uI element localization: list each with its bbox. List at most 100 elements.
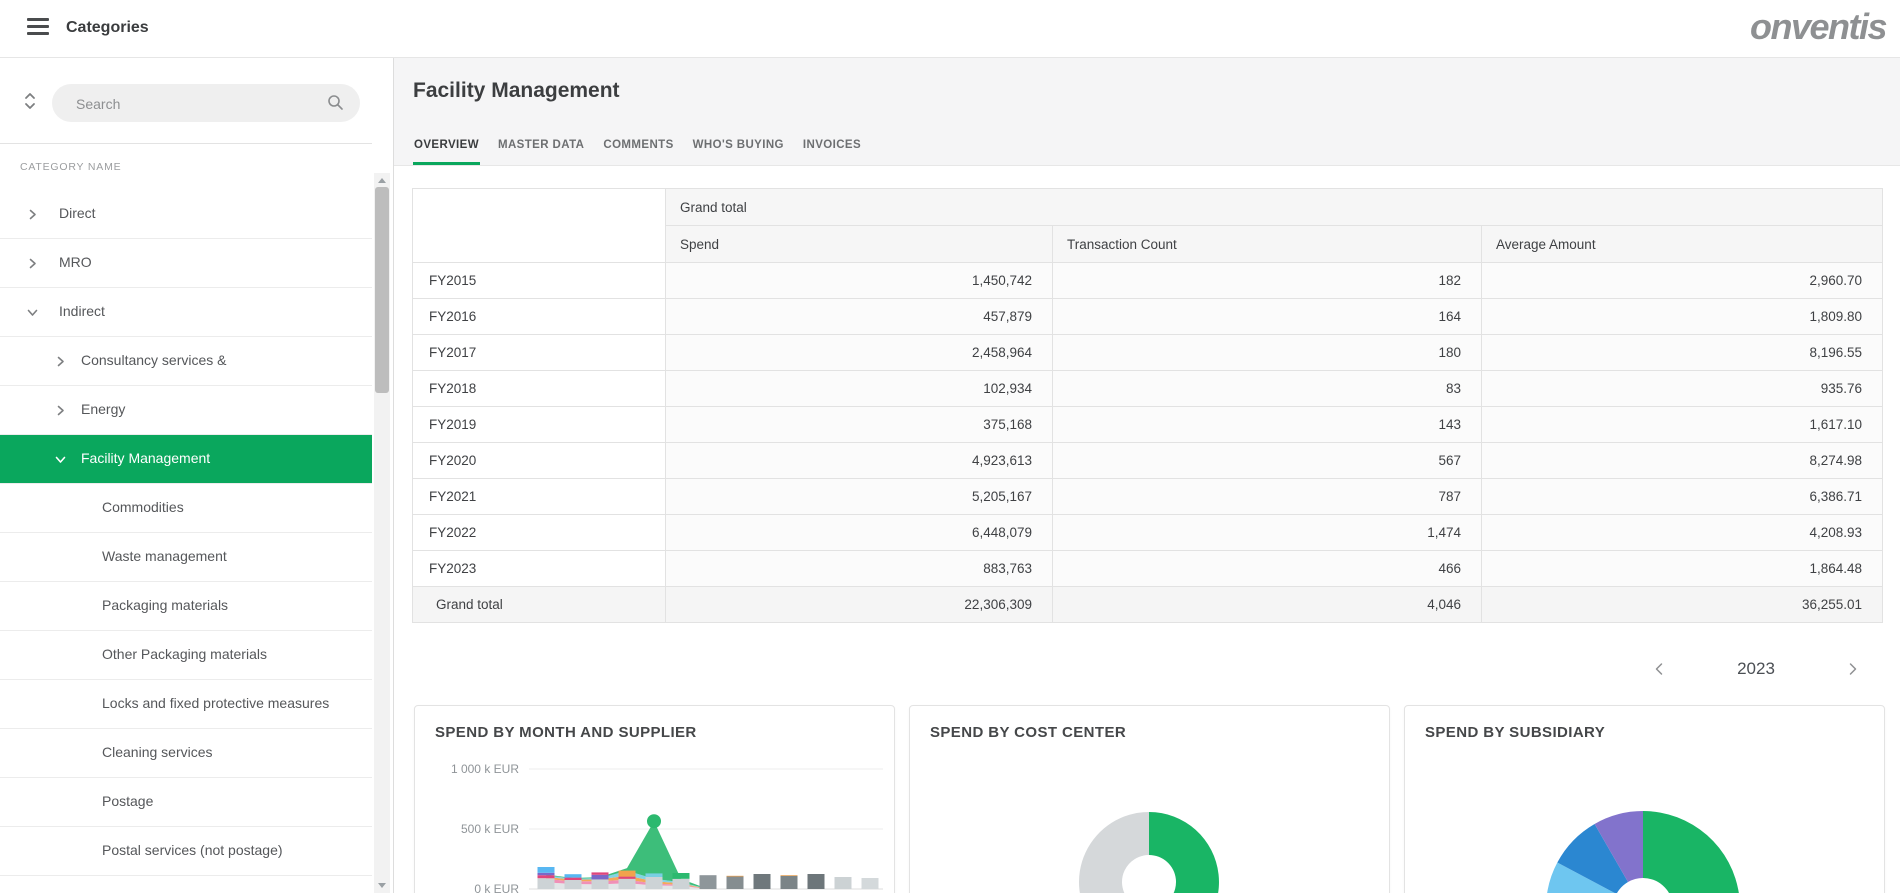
sidebar-item-mro[interactable]: MRO [0,239,372,288]
table-row: FY2019375,1681431,617.10 [413,407,1883,443]
scrollbar-thumb[interactable] [375,187,389,393]
sidebar-item-label: Facility Management [81,450,210,466]
svg-text:1 000 k EUR: 1 000 k EUR [451,762,519,776]
search-input[interactable] [74,84,318,124]
sidebar-item-facility-management[interactable]: Facility Management [0,435,372,484]
cell-transactions: 1,474 [1053,515,1482,551]
sidebar-item-label: Postage [102,793,153,809]
row-label: FY2022 [413,515,666,551]
sidebar-item-label: Locks and fixed protective measures [102,695,329,711]
row-label: Grand total [413,587,666,623]
tab-bar: OVERVIEW MASTER DATA COMMENTS WHO'S BUYING I… [413,139,879,165]
cell-average: 1,809.80 [1482,299,1883,335]
cell-transactions: 567 [1053,443,1482,479]
column-header-transaction-count: Transaction Count [1053,226,1482,263]
sidebar-item-postal-services-not-postage[interactable]: Postal services (not postage) [0,827,372,876]
sidebar-search-row [0,57,372,144]
chevron-right-icon [1847,662,1859,676]
table-row: FY20151,450,7421822,960.70 [413,263,1883,299]
sidebar-item-label: Cleaning services [102,744,213,760]
cell-spend: 1,450,742 [666,263,1053,299]
cell-average: 8,196.55 [1482,335,1883,371]
table-corner-cell [413,189,666,263]
tab-comments[interactable]: COMMENTS [602,139,674,165]
sidebar-item-cleaning-services[interactable]: Cleaning services [0,729,372,778]
sidebar-item-energy[interactable]: Energy [0,386,372,435]
hamburger-icon [27,25,49,28]
previous-year-button[interactable] [1648,658,1670,680]
row-label: FY2018 [413,371,666,407]
tab-who-s-buying[interactable]: WHO'S BUYING [692,139,785,165]
tab-invoices[interactable]: INVOICES [802,139,862,165]
category-sidebar: CATEGORY NAME Direct MRO Indirect Consultan… [0,57,394,893]
sidebar-item-label: Consultancy services & [81,352,227,368]
cell-spend: 375,168 [666,407,1053,443]
chart-title: SPEND BY SUBSIDIARY [1425,724,1605,741]
cell-average: 1,617.10 [1482,407,1883,443]
cell-spend: 22,306,309 [666,587,1053,623]
row-label: FY2015 [413,263,666,299]
sidebar-item-locks-and-fixed-protective-measures[interactable]: Locks and fixed protective measures [0,680,372,729]
search-box [52,84,360,122]
cell-average: 1,864.48 [1482,551,1883,587]
row-label: FY2020 [413,443,666,479]
app-window: Categories onventis CA [0,0,1900,893]
chevron-right-icon [27,258,38,269]
table-row: FY20204,923,6135678,274.98 [413,443,1883,479]
cell-spend: 2,458,964 [666,335,1053,371]
chevron-down-icon [55,454,66,465]
row-label: FY2016 [413,299,666,335]
sidebar-item-label: Direct [59,205,96,221]
sidebar-item-waste-management[interactable]: Waste management [0,533,372,582]
grand-total-row: Grand total22,306,3094,04636,255.01 [413,587,1883,623]
cell-average: 2,960.70 [1482,263,1883,299]
sidebar-item-consultancy-services[interactable]: Consultancy services & [0,337,372,386]
sidebar-item-label: Energy [81,401,125,417]
cell-transactions: 4,046 [1053,587,1482,623]
menu-button[interactable] [27,18,49,38]
cell-transactions: 466 [1053,551,1482,587]
tab-master-data[interactable]: MASTER DATA [497,139,585,165]
table-row: FY20215,205,1677876,386.71 [413,479,1883,515]
sidebar-item-packaging-materials[interactable]: Packaging materials [0,582,372,631]
cell-spend: 102,934 [666,371,1053,407]
spend-by-month-card: SPEND BY MONTH AND SUPPLIER 1 000 k EUR 5… [414,705,895,893]
onventis-logo: onventis [1750,6,1886,48]
row-label: FY2019 [413,407,666,443]
chart-title: SPEND BY MONTH AND SUPPLIER [435,724,697,741]
cell-spend: 6,448,079 [666,515,1053,551]
page-title: Facility Management [413,79,620,103]
cell-spend: 5,205,167 [666,479,1053,515]
next-year-button[interactable] [1842,658,1864,680]
sidebar-item-direct[interactable]: Direct [0,190,372,239]
sidebar-item-label: Waste management [102,548,227,564]
cell-spend: 4,923,613 [666,443,1053,479]
row-label: FY2017 [413,335,666,371]
sidebar-item-postage[interactable]: Postage [0,778,372,827]
content-area: Grand total SpendTransaction CountAverag… [394,166,1900,893]
unfold-icon [22,90,38,112]
spend-by-cost-center-card: SPEND BY COST CENTER [909,705,1390,893]
cell-average: 36,255.01 [1482,587,1883,623]
scroll-down-icon[interactable] [378,883,386,888]
hamburger-icon [27,32,49,35]
search-icon[interactable] [327,94,344,116]
sidebar-item-label: Commodities [102,499,184,515]
category-list-header: CATEGORY NAME [0,143,372,191]
tab-overview[interactable]: OVERVIEW [413,139,480,165]
svg-text:500 k EUR: 500 k EUR [461,822,519,836]
tree-collapse-button[interactable] [22,90,40,112]
table-row: FY2023883,7634661,864.48 [413,551,1883,587]
svg-text:0 k EUR: 0 k EUR [474,882,519,893]
scroll-up-icon[interactable] [378,178,386,183]
sidebar-item-other-packaging-materials[interactable]: Other Packaging materials [0,631,372,680]
chevron-down-icon [27,307,38,318]
sidebar-item-commodities[interactable]: Commodities [0,484,372,533]
category-name-column-label: CATEGORY NAME [20,161,121,173]
sidebar-item-indirect[interactable]: Indirect [0,288,372,337]
app-title: Categories [66,19,149,37]
sidebar-item-label: MRO [59,254,92,270]
sidebar-item-label: Packaging materials [102,597,228,613]
sidebar-scrollbar[interactable] [374,173,390,893]
hamburger-icon [27,18,49,21]
